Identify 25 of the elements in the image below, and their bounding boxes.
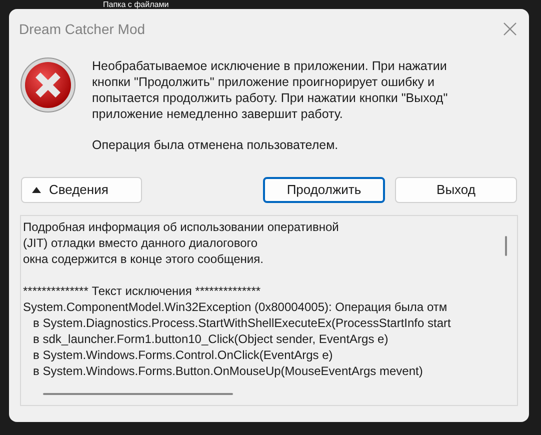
details-button[interactable]: Сведения xyxy=(21,177,142,203)
window-title: Dream Catcher Mod xyxy=(19,20,146,38)
vertical-scrollbar[interactable] xyxy=(505,236,507,256)
details-line: System.ComponentModel.Win32Exception (0x80004005): Операция была отм xyxy=(23,299,448,315)
caret-icon xyxy=(32,187,41,193)
message-text: Операция была отменена пользователем. xyxy=(92,137,340,153)
dialog-button[interactable]: Выход xyxy=(395,177,517,203)
details-text-area[interactable] xyxy=(20,215,518,406)
details-line: Подробная информация об использовании оперативной xyxy=(23,219,339,235)
message-text: приложение немедленно завершит работу. xyxy=(92,106,344,122)
details-line: окна содержится в конце этого сообщения. xyxy=(23,251,264,267)
details-line: в sdk_launcher.Form1.button10_Click(Object sender, EventArgs e) xyxy=(32,331,388,347)
details-line: в System.Diagnostics.Process.StartWithShellExecuteEx(ProcessStartInfo start xyxy=(32,315,451,331)
details-line: в System.Windows.Forms.Control.OnClick(EventArgs e) xyxy=(32,347,333,363)
horizontal-scrollbar[interactable] xyxy=(43,393,233,395)
error-icon xyxy=(20,57,76,113)
details-line: в System.Windows.Forms.Button.OnMouseUp(MouseEventArgs mevent) xyxy=(32,363,423,379)
message-text: попытается продолжить работу. При нажатии кнопки "Выход" xyxy=(92,90,448,106)
folder-label: Папка с файлами xyxy=(103,0,169,9)
details-line: (JIT) отладки вместо данного диалогового xyxy=(23,235,258,251)
dialog-button[interactable]: Продолжить xyxy=(263,177,385,203)
message-text: кнопки "Продолжить" приложение проигнорирует ошибку и xyxy=(92,74,436,90)
close-icon[interactable] xyxy=(503,22,517,36)
details-line: ************** Текст исключения ************** xyxy=(23,283,261,299)
message-text: Необрабатываемое исключение в приложении. При нажатии xyxy=(92,58,448,74)
